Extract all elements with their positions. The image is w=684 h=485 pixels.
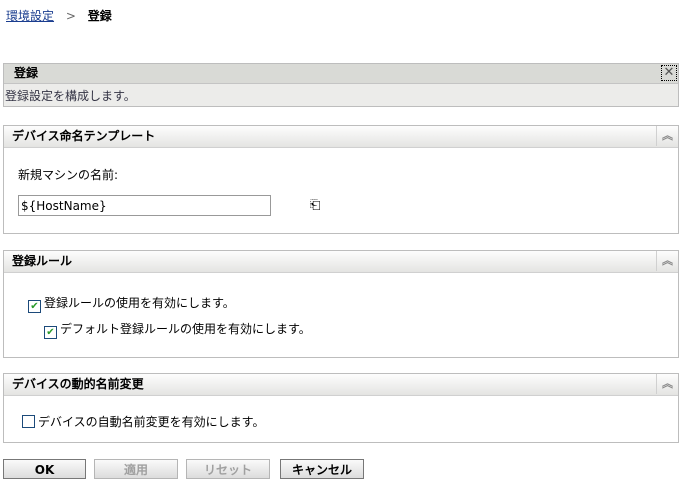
- enable-default-rules-checkbox[interactable]: ✔ デフォルト登録ルールの使用を有効にします。: [44, 320, 311, 339]
- section-title: 登録ルール: [12, 254, 73, 268]
- breadcrumb-parent-link[interactable]: 環境設定: [6, 9, 54, 23]
- ok-button[interactable]: OK: [3, 459, 86, 479]
- section-dynamic-rename: デバイスの動的名前変更 ︽ デバイスの自動名前変更を有効にします。: [3, 373, 679, 443]
- breadcrumb-current: 登録: [87, 9, 112, 23]
- enable-rename-checkbox[interactable]: デバイスの自動名前変更を有効にします。: [22, 413, 264, 430]
- checkbox-checked-icon[interactable]: ✔: [44, 326, 57, 339]
- breadcrumb: 環境設定 > 登録: [6, 7, 112, 24]
- section-title: デバイス命名テンプレート: [12, 129, 156, 143]
- section-registration-rules: 登録ルール ︽ ✔ 登録ルールの使用を有効にします。 ✔ デフォルト登録ルールの使用を…: [3, 250, 679, 358]
- enable-rules-checkbox[interactable]: ✔ 登録ルールの使用を有効にします。: [28, 294, 235, 313]
- info-description: 登録設定を構成します。: [5, 89, 136, 103]
- section-naming-template: デバイス命名テンプレート ︽ 新規マシンの名前: ⎗: [3, 125, 679, 234]
- collapse-icon[interactable]: ︽: [656, 374, 678, 394]
- reset-button[interactable]: リセット: [186, 459, 270, 479]
- collapse-icon[interactable]: ︽: [656, 251, 678, 271]
- breadcrumb-separator: >: [65, 9, 76, 23]
- close-icon[interactable]: ✕: [661, 65, 677, 81]
- info-title: 登録: [14, 66, 39, 80]
- apply-button[interactable]: 適用: [94, 459, 178, 479]
- collapse-icon[interactable]: ︽: [656, 126, 678, 146]
- insert-variable-icon[interactable]: ⎗: [310, 198, 320, 213]
- info-panel: 登録 ✕ 登録設定を構成します。: [3, 63, 679, 107]
- section-title: デバイスの動的名前変更: [12, 377, 144, 391]
- cancel-button[interactable]: キャンセル: [280, 459, 364, 479]
- checkbox-checked-icon[interactable]: ✔: [28, 300, 41, 313]
- checkbox-unchecked-icon[interactable]: [22, 415, 35, 428]
- machine-name-input[interactable]: [18, 195, 271, 216]
- machine-name-label: 新規マシンの名前:: [18, 168, 119, 182]
